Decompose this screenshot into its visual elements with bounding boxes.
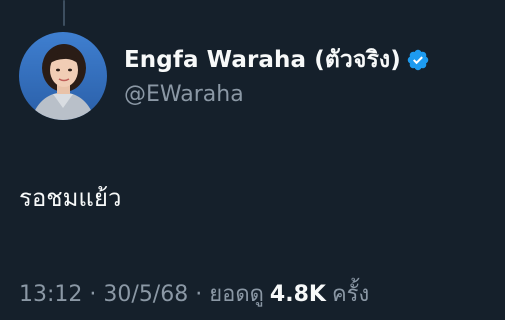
avatar-image <box>19 32 107 120</box>
thread-connector-line <box>63 0 65 26</box>
meta-separator: · <box>89 282 97 307</box>
tweet-author: Engfa Waraha (ตัวจริง) @EWaraha <box>124 42 495 107</box>
views-prefix: ยอดดู <box>209 282 264 307</box>
verified-badge-icon[interactable] <box>406 48 430 72</box>
views-count[interactable]: 4.8K <box>270 282 326 307</box>
author-name-row: Engfa Waraha (ตัวจริง) <box>124 42 495 78</box>
tweet-view: Engfa Waraha (ตัวจริง) @EWaraha รอชมแย้ว… <box>0 0 505 320</box>
tweet-metadata: 13:12 · 30/5/68 · ยอดดู 4.8K ครั้ง <box>19 276 369 311</box>
meta-separator: · <box>195 282 203 307</box>
author-handle[interactable]: @EWaraha <box>124 82 495 107</box>
avatar[interactable] <box>19 32 107 120</box>
tweet-date[interactable]: 30/5/68 <box>103 282 188 307</box>
views-suffix: ครั้ง <box>331 282 370 307</box>
author-display-name[interactable]: Engfa Waraha (ตัวจริง) <box>124 42 401 78</box>
tweet-time[interactable]: 13:12 <box>19 282 82 307</box>
tweet-text: รอชมแย้ว <box>19 184 122 212</box>
